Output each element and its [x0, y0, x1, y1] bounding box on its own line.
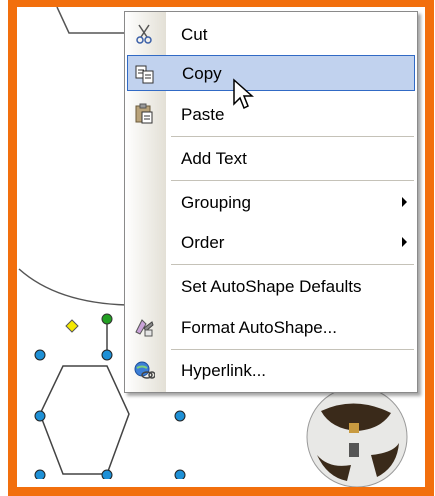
menu-item-hyperlink[interactable]: Hyperlink... — [125, 352, 417, 388]
rotate-handle[interactable] — [101, 313, 113, 325]
resize-handle[interactable] — [101, 349, 113, 361]
menu-item-copy[interactable]: Copy — [127, 55, 415, 91]
menu-item-paste[interactable]: Paste — [125, 96, 417, 132]
menu-item-label: Format AutoShape... — [181, 318, 337, 337]
resize-handle[interactable] — [34, 349, 46, 361]
menu-separator — [171, 349, 414, 350]
menu-item-label: Hyperlink... — [181, 361, 267, 380]
menu-separator — [171, 264, 414, 265]
menu-item-format-autoshape[interactable]: Format AutoShape... — [125, 309, 417, 345]
menu-item-cut[interactable]: Cut — [125, 16, 417, 52]
paste-icon — [135, 103, 153, 124]
resize-handle[interactable] — [174, 410, 186, 422]
menu-item-label: Set AutoShape Defaults — [181, 277, 362, 296]
resize-handle[interactable] — [174, 469, 186, 479]
submenu-arrow-icon — [402, 197, 407, 207]
resize-handle[interactable] — [34, 410, 46, 422]
scissors-icon — [136, 24, 152, 44]
menu-item-label: Copy — [182, 64, 222, 83]
menu-item-grouping[interactable]: Grouping — [125, 184, 417, 220]
soccer-ball-image[interactable] — [299, 385, 419, 487]
hyperlink-icon — [134, 361, 155, 379]
copy-icon — [135, 65, 154, 84]
format-autoshape-icon — [135, 319, 154, 337]
resize-handle[interactable] — [101, 469, 113, 479]
resize-handle[interactable] — [34, 469, 46, 479]
mouse-cursor-icon — [233, 78, 254, 110]
menu-item-add-text[interactable]: Add Text — [125, 140, 417, 176]
menu-item-set-autoshape-defaults[interactable]: Set AutoShape Defaults — [125, 268, 417, 304]
menu-separator — [171, 180, 414, 181]
menu-item-label: Cut — [181, 25, 208, 44]
submenu-arrow-icon — [402, 237, 407, 247]
context-menu: Cut Copy Paste Add Text Grouping Order S… — [124, 11, 418, 393]
menu-item-label: Grouping — [181, 193, 251, 212]
menu-item-label: Paste — [181, 105, 225, 124]
menu-separator — [171, 136, 414, 137]
adjust-handle[interactable] — [65, 319, 79, 333]
menu-item-label: Order — [181, 233, 225, 252]
menu-item-label: Add Text — [181, 149, 247, 168]
menu-item-order[interactable]: Order — [125, 224, 417, 260]
